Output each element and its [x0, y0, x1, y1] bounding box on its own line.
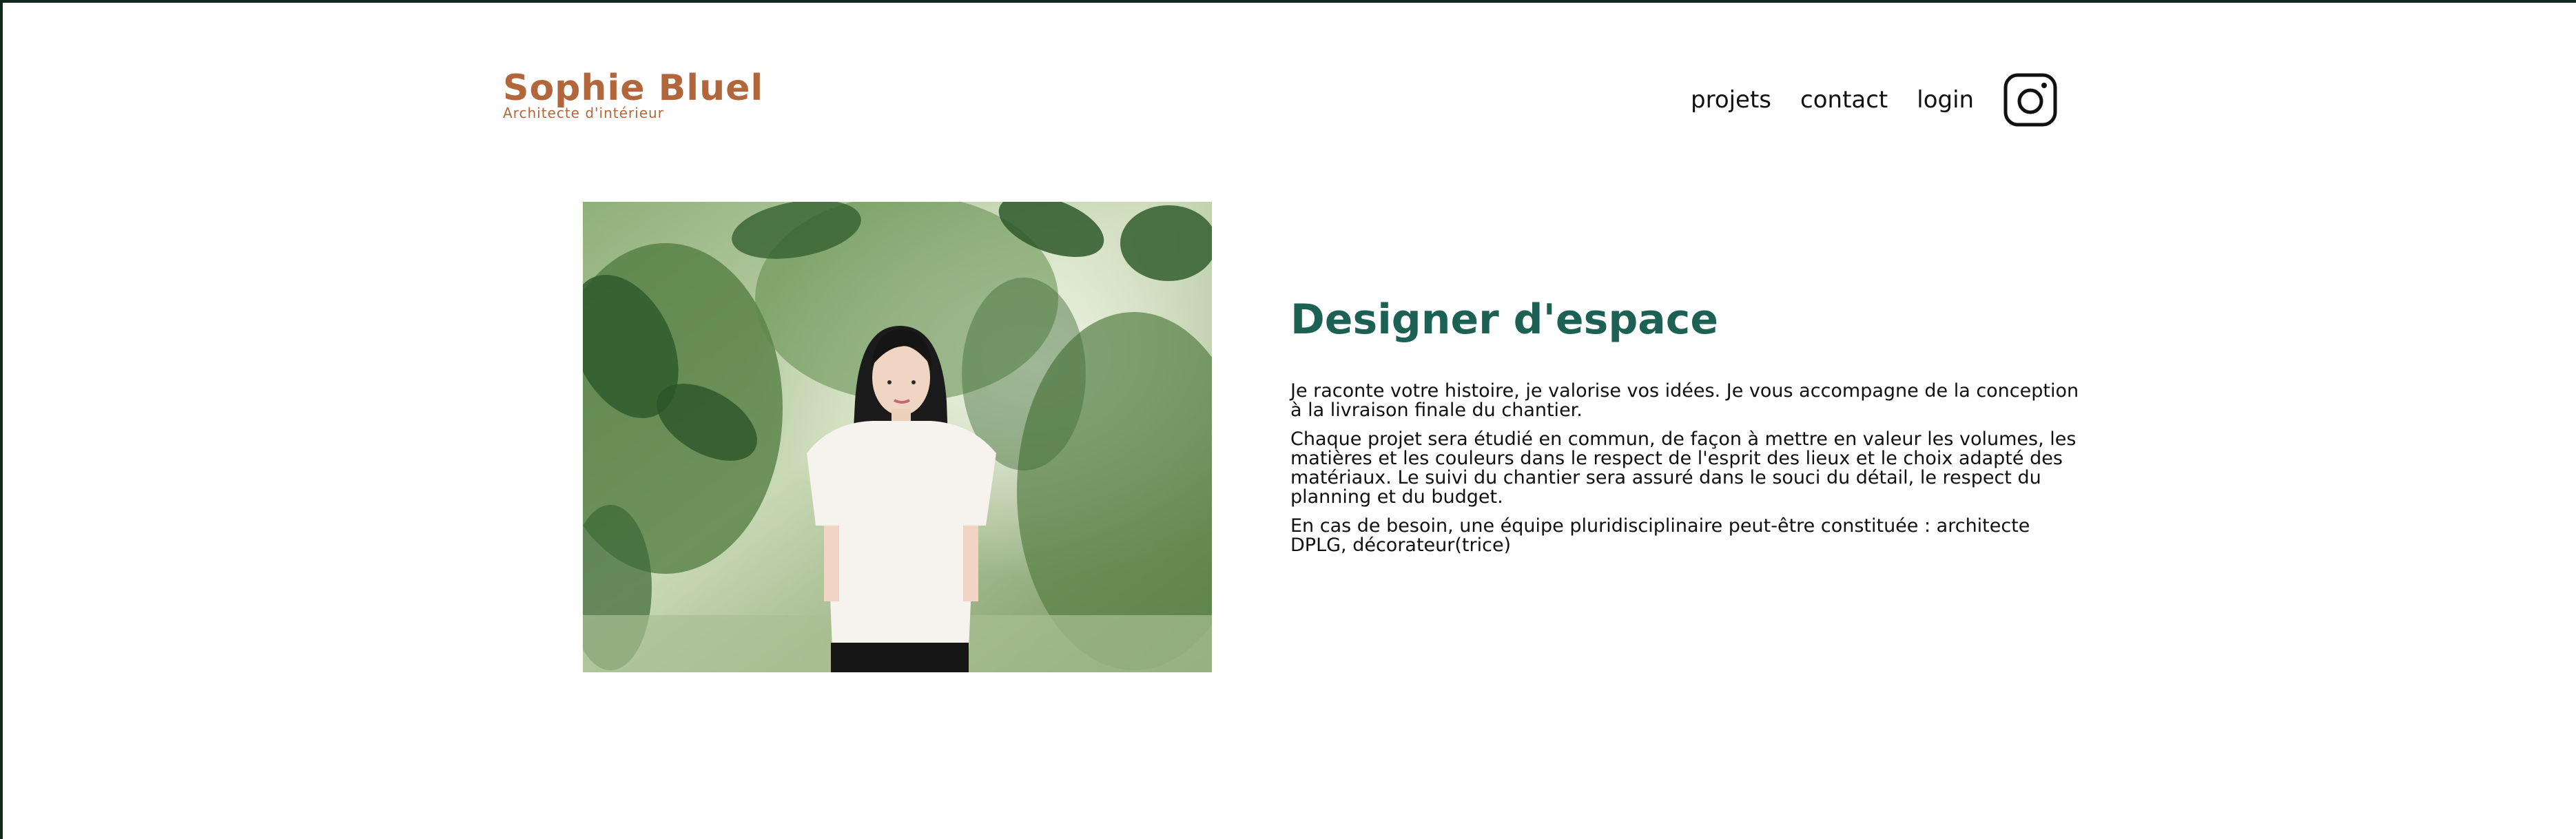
instagram-icon[interactable]: [2003, 72, 2058, 127]
profile-photo: [583, 202, 1212, 672]
logo[interactable]: Sophie Bluel Architecte d'intérieur: [503, 68, 820, 121]
site-header: Sophie Bluel Architecte d'intérieur proj…: [3, 3, 2576, 141]
main-nav: projets contact login: [1691, 72, 2058, 128]
logo-subtitle: Architecte d'intérieur: [503, 105, 664, 121]
nav-login-link[interactable]: login: [1917, 86, 1974, 114]
nav-projects-link[interactable]: projets: [1691, 86, 1771, 114]
intro-paragraph: Je raconte votre histoire, je valorise v…: [1290, 380, 2079, 421]
nav-contact-link[interactable]: contact: [1800, 86, 1888, 114]
intro-paragraph: Chaque projet sera étudié en commun, de …: [1290, 428, 2077, 508]
intro-paragraph: En cas de besoin, une équipe pluridiscip…: [1290, 515, 2030, 556]
intro-article: Designer d'espace Je raconte votre histo…: [1290, 292, 2083, 565]
profile-photo-image: [583, 202, 1212, 672]
logo-title: Sophie Bluel: [503, 68, 764, 109]
intro-title: Designer d'espace: [1290, 296, 1719, 344]
